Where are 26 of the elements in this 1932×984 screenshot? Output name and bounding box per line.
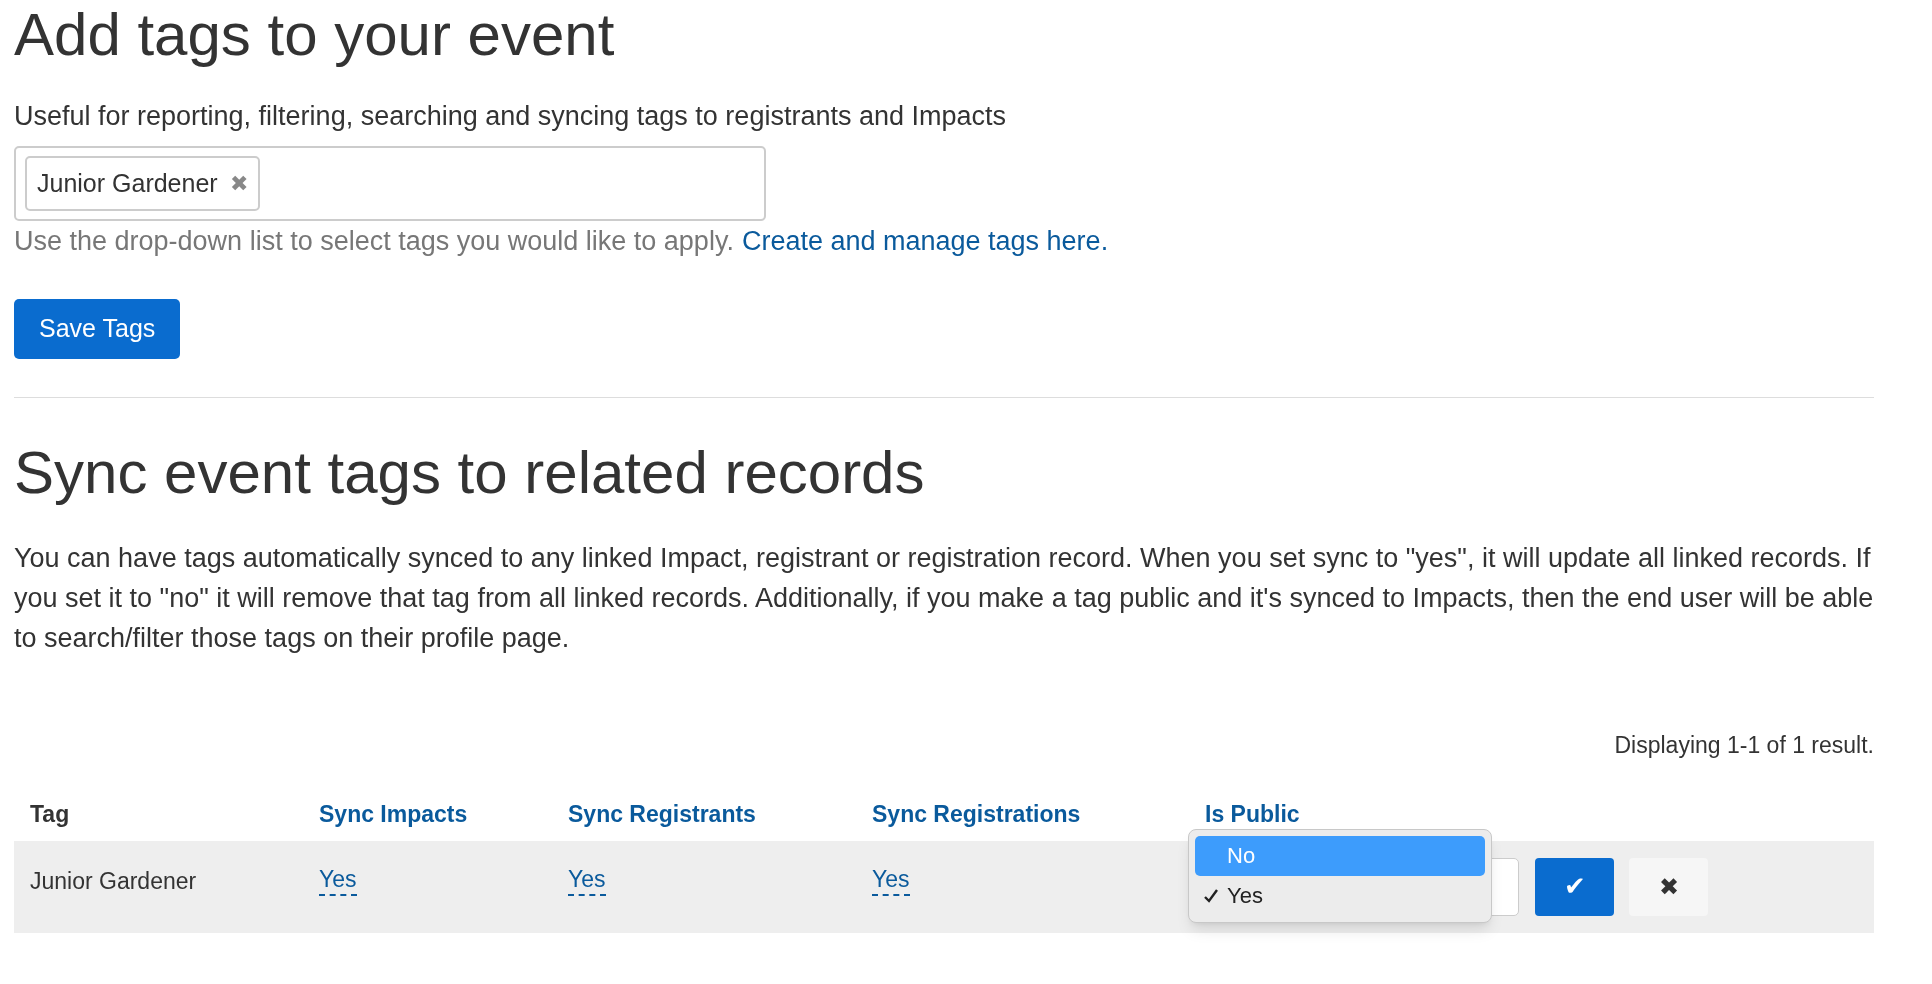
option-label: Yes <box>1227 882 1263 910</box>
tag-label: Junior Gardener <box>37 167 218 199</box>
column-header[interactable]: Sync Registrants <box>568 796 756 831</box>
column-header[interactable]: Sync Registrations <box>872 796 1081 831</box>
table-cell-text: Junior Gardener <box>30 866 197 896</box>
editable-value-link[interactable]: Yes <box>319 863 357 896</box>
result-count: Displaying 1-1 of 1 result. <box>1614 731 1874 760</box>
tag-select-field[interactable]: Junior Gardener ✖ <box>14 146 766 221</box>
cancel-button[interactable]: ✖ <box>1629 857 1708 916</box>
column-header: Tag <box>30 799 70 829</box>
column-header[interactable]: Is Public <box>1205 796 1300 831</box>
help-text: Use the drop-down list to select tags you would like to apply. <box>14 225 734 257</box>
dropdown-option[interactable]: Yes <box>1195 875 1485 916</box>
create-tags-link[interactable]: Create and manage tags here. <box>741 225 1109 257</box>
editable-value-link[interactable]: Yes <box>872 863 910 896</box>
section-heading: Sync event tags to related records <box>14 438 926 508</box>
option-label: No <box>1227 842 1256 870</box>
confirm-button[interactable]: ✔ <box>1535 857 1614 916</box>
checkmark-icon <box>1203 887 1219 904</box>
description-text: You can have tags automatically synced to any linked Impact, registrant or registration record. When you set sync to "yes", it will update all linked records. If you set it to "no" it will remove that tag from all linked records. Additionally, if you make a tag public and it's synced to Impacts, then the end user will be able to search/filter those tags on their profile page. <box>14 542 1875 655</box>
remove-tag-icon[interactable]: ✖ <box>229 167 248 200</box>
page-heading: Add tags to your event <box>14 0 616 70</box>
save-tags-button[interactable]: Save Tags <box>14 299 181 359</box>
description-text: Useful for reporting, filtering, searching and syncing tags to registrants and Impacts <box>14 100 1007 132</box>
column-header[interactable]: Sync Impacts <box>319 796 468 831</box>
editable-value-link[interactable]: Yes <box>568 863 606 896</box>
